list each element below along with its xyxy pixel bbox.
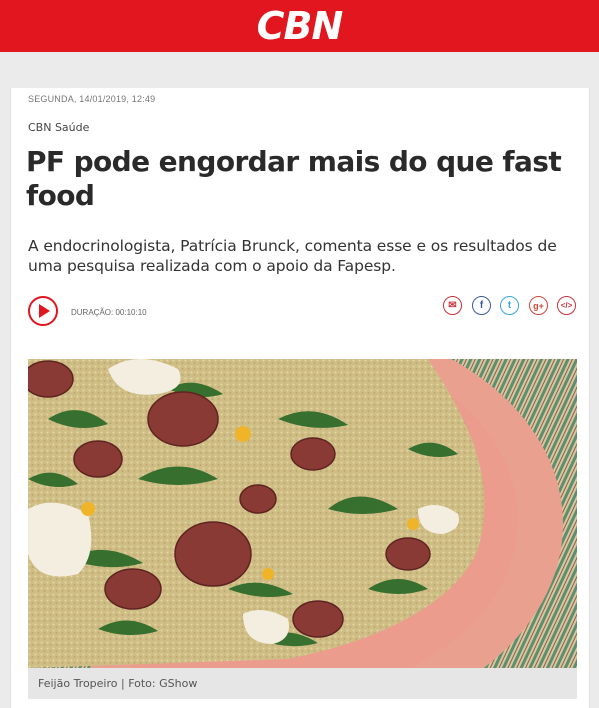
article-photo [28, 359, 577, 668]
article-date: SEGUNDA, 14/01/2019, 12:49 [28, 94, 156, 104]
facebook-icon: f [479, 300, 484, 311]
email-icon: ✉ [448, 300, 457, 311]
food-photo-illustration [28, 359, 577, 668]
header-gap [0, 52, 599, 78]
google-plus-share-button[interactable]: g+ [529, 296, 548, 315]
facebook-share-button[interactable]: f [472, 296, 491, 315]
google-plus-icon: g+ [533, 300, 544, 311]
embed-share-button[interactable]: </> [557, 296, 576, 315]
site-header: CBN [0, 0, 599, 52]
embed-icon: </> [560, 301, 573, 310]
article-summary: A endocrinologista, Patrícia Brunck, com… [28, 237, 557, 275]
article-headline: PF pode engordar mais do que fast food [26, 145, 562, 212]
section-label[interactable]: CBN Saúde [28, 121, 89, 134]
twitter-icon: t [507, 300, 512, 311]
cbn-logo[interactable]: CBN [0, 4, 599, 48]
play-icon [39, 304, 50, 318]
email-share-button[interactable]: ✉ [443, 296, 462, 315]
photo-caption: Feijão Tropeiro | Foto: GShow [38, 677, 198, 690]
audio-duration: DURAÇÃO: 00:10:10 [71, 308, 147, 317]
twitter-share-button[interactable]: t [500, 296, 519, 315]
play-button[interactable] [28, 296, 58, 326]
